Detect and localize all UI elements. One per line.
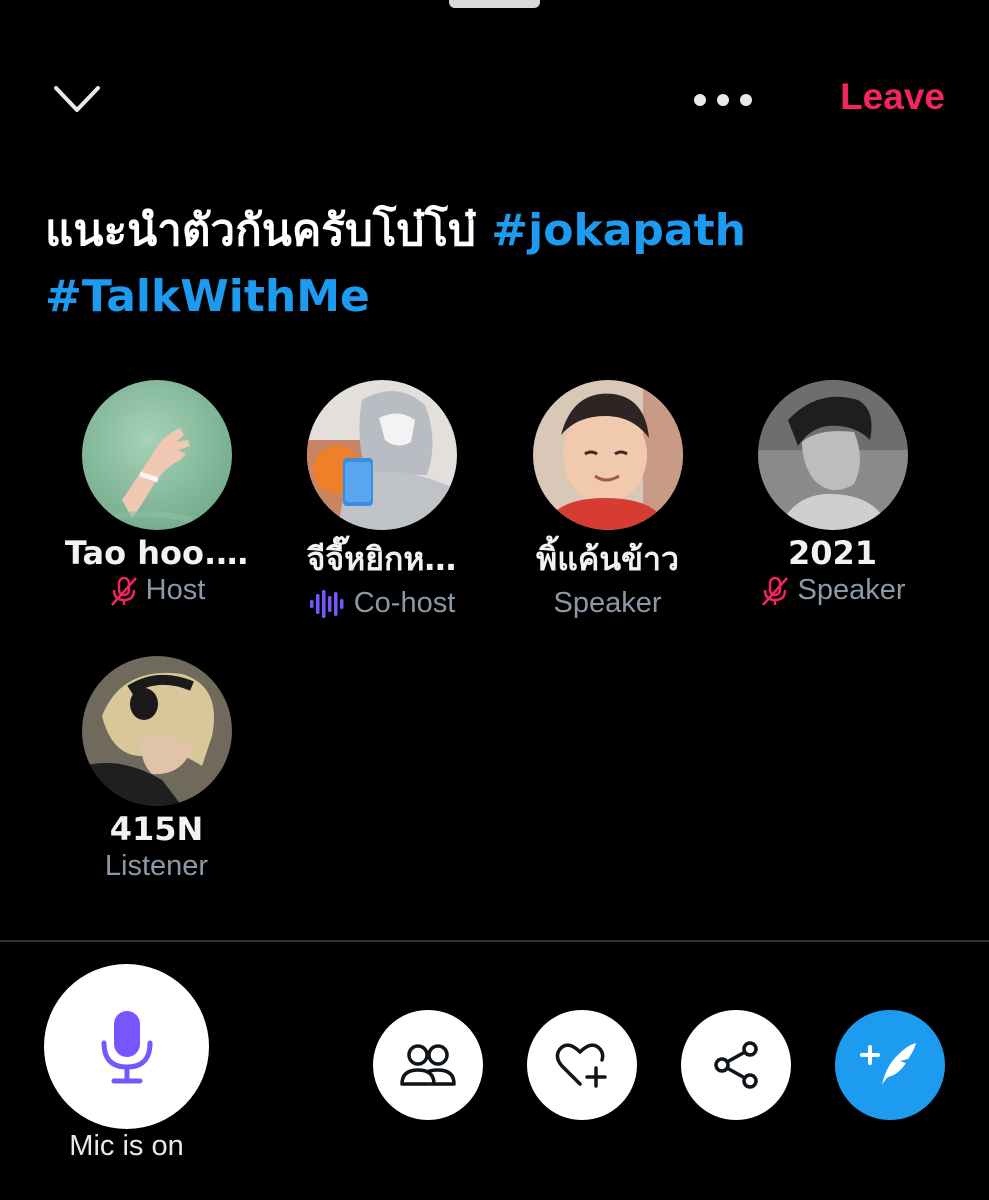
participant-role: Host: [44, 574, 269, 607]
participant-host[interactable]: Tao hoo.… Host: [44, 380, 269, 607]
participant-name: พิ้แค้นข้าว: [536, 540, 679, 578]
participant-listener[interactable]: 415N Listener: [44, 656, 269, 883]
chevron-down-icon[interactable]: [52, 80, 102, 120]
microphone-icon: [101, 1010, 152, 1083]
avatar: [81, 380, 232, 530]
compose-feather-icon: [860, 1043, 916, 1085]
avatar: [532, 380, 683, 530]
participant-role: Speaker: [720, 574, 945, 607]
space-title-text: แนะนำตัวกันครับโบ๋โบ๋: [45, 205, 492, 256]
people-button[interactable]: [373, 1010, 483, 1120]
participant-name: Tao hoo.…: [64, 534, 249, 572]
hashtag-link[interactable]: #TalkWithMe: [45, 271, 370, 322]
role-label: Co-host: [353, 587, 456, 619]
avatar: [306, 380, 457, 530]
participant-cohost[interactable]: จีจี๊หยิกห… Co-host: [269, 380, 494, 620]
role-label: Speaker: [797, 574, 906, 606]
drag-handle[interactable]: [449, 0, 540, 8]
mic-muted-icon: [110, 576, 137, 606]
role-label: Host: [145, 574, 206, 606]
compose-tweet-button[interactable]: [835, 1010, 945, 1120]
participant-speaker[interactable]: 2021 Speaker: [720, 380, 945, 607]
avatar: [81, 656, 232, 806]
share-button[interactable]: [681, 1010, 791, 1120]
react-button[interactable]: [527, 1010, 637, 1120]
participant-name: จีจี๊หยิกห…: [306, 540, 457, 578]
participant-speaker[interactable]: พิ้แค้นข้าว Speaker: [495, 380, 720, 620]
participant-role: Co-host: [269, 587, 494, 620]
participant-role: Speaker: [495, 587, 720, 620]
mic-status-label: Mic is on: [69, 1130, 184, 1162]
participant-role: Listener: [44, 850, 269, 883]
role-label: Speaker: [553, 587, 662, 619]
avatar: [757, 380, 908, 530]
participant-name: 415N: [109, 810, 204, 848]
people-icon: [400, 1044, 456, 1086]
participant-name: 2021: [787, 534, 878, 572]
hashtag-link[interactable]: #jokapath: [491, 205, 746, 256]
leave-button[interactable]: Leave: [840, 76, 945, 118]
audio-wave-icon: [309, 589, 344, 618]
more-options-icon[interactable]: [690, 88, 756, 112]
space-title: แนะนำตัวกันครับโบ๋โบ๋ #jokapath #TalkWith…: [45, 198, 945, 330]
role-label: Listener: [104, 850, 209, 882]
share-icon: [714, 1041, 758, 1089]
mic-muted-icon: [762, 576, 789, 606]
footer-divider: [0, 940, 989, 942]
heart-plus-icon: [555, 1043, 607, 1088]
mic-toggle-button[interactable]: [44, 964, 209, 1129]
